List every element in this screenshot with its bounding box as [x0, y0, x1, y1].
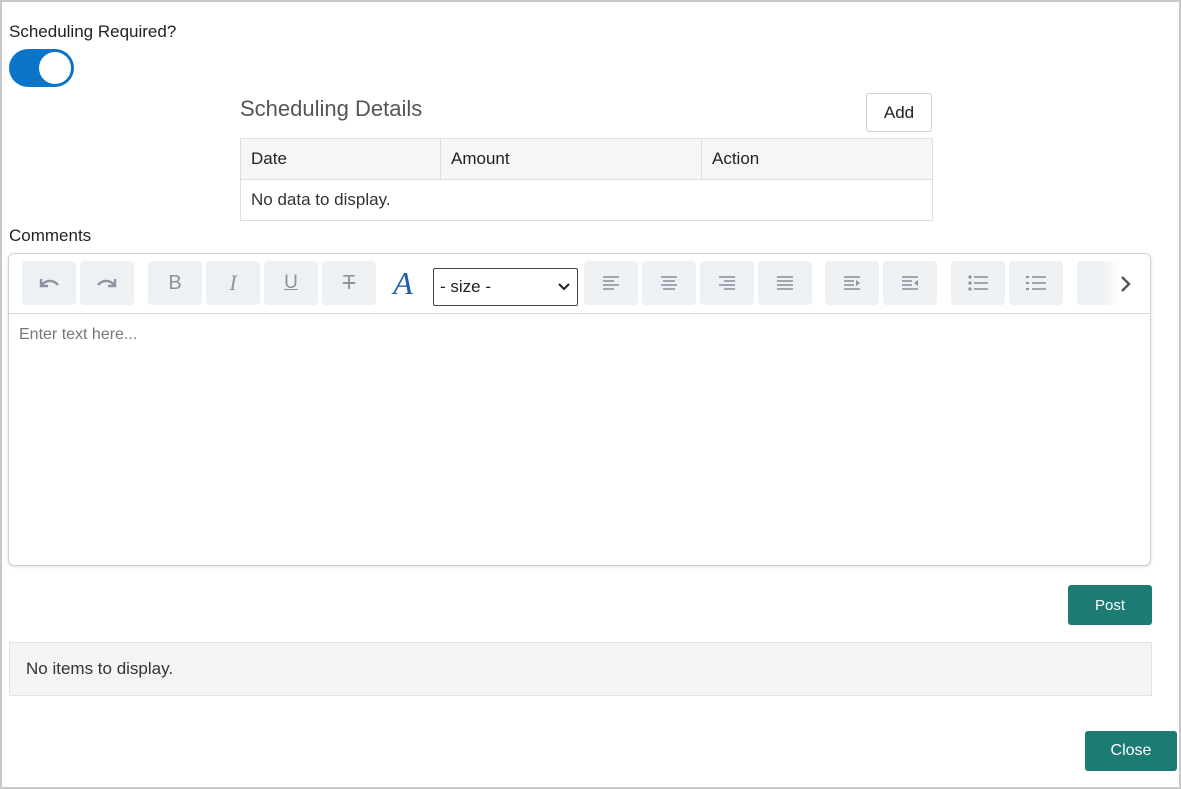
- outdent-button[interactable]: [883, 261, 937, 305]
- numbered-list-button[interactable]: [1009, 261, 1063, 305]
- align-center-button[interactable]: [642, 261, 696, 305]
- column-header-amount[interactable]: Amount: [440, 138, 702, 180]
- numbered-list-icon: [1026, 276, 1046, 290]
- indent-icon: [844, 276, 860, 290]
- undo-button[interactable]: [22, 261, 76, 305]
- align-right-button[interactable]: [700, 261, 754, 305]
- bullet-list-button[interactable]: [951, 261, 1005, 305]
- table-row: No data to display.: [240, 179, 933, 221]
- font-size-value: - size -: [440, 277, 491, 296]
- chevron-right-icon: [1121, 275, 1131, 292]
- scheduling-details-title: Scheduling Details: [240, 96, 423, 121]
- align-center-icon: [661, 276, 677, 290]
- align-left-icon: [603, 276, 619, 290]
- bold-icon: B: [168, 271, 182, 294]
- underline-icon: U: [284, 272, 298, 293]
- justify-button[interactable]: [758, 261, 812, 305]
- comments-label: Comments: [9, 226, 92, 245]
- font-color-icon: A: [393, 264, 413, 301]
- align-right-icon: [719, 276, 735, 290]
- indent-button[interactable]: [825, 261, 879, 305]
- empty-table-message: No data to display.: [240, 179, 933, 221]
- comment-text-area[interactable]: Enter text here...: [19, 326, 137, 344]
- bold-button[interactable]: B: [148, 261, 202, 305]
- dialog-frame: Scheduling Required? Scheduling Details …: [0, 0, 1181, 789]
- strikethrough-icon: T: [342, 271, 356, 294]
- toolbar-scroll-right[interactable]: [1102, 254, 1150, 313]
- scheduling-required-label: Scheduling Required?: [9, 22, 177, 41]
- empty-items-message: No items to display.: [26, 659, 174, 678]
- close-button[interactable]: Close: [1085, 731, 1177, 771]
- underline-button[interactable]: U: [264, 261, 318, 305]
- italic-button[interactable]: I: [206, 261, 260, 305]
- add-button[interactable]: Add: [866, 93, 932, 132]
- outdent-icon: [902, 276, 918, 290]
- bullet-list-icon: [968, 275, 988, 291]
- font-size-select[interactable]: - size -: [433, 268, 578, 306]
- justify-icon: [777, 276, 793, 290]
- table-header-row: Date Amount Action: [240, 138, 933, 180]
- undo-icon: [39, 279, 59, 288]
- font-color-button[interactable]: A: [380, 261, 426, 305]
- italic-icon: I: [229, 270, 237, 295]
- toggle-knob: [39, 52, 71, 84]
- post-button[interactable]: Post: [1068, 585, 1152, 625]
- scheduling-table: Date Amount Action No data to display.: [240, 138, 933, 221]
- column-header-date[interactable]: Date: [240, 138, 441, 180]
- scheduling-required-toggle[interactable]: [9, 49, 74, 87]
- rich-text-editor: B I U T A - size - Enter text here...: [8, 253, 1151, 566]
- redo-button[interactable]: [80, 261, 134, 305]
- chevron-down-icon: [558, 283, 570, 291]
- column-header-action[interactable]: Action: [701, 138, 933, 180]
- redo-icon: [97, 279, 117, 288]
- posted-comments-panel: No items to display.: [9, 642, 1152, 696]
- strikethrough-button[interactable]: T: [322, 261, 376, 305]
- align-left-button[interactable]: [584, 261, 638, 305]
- editor-toolbar: B I U T A - size -: [9, 254, 1150, 314]
